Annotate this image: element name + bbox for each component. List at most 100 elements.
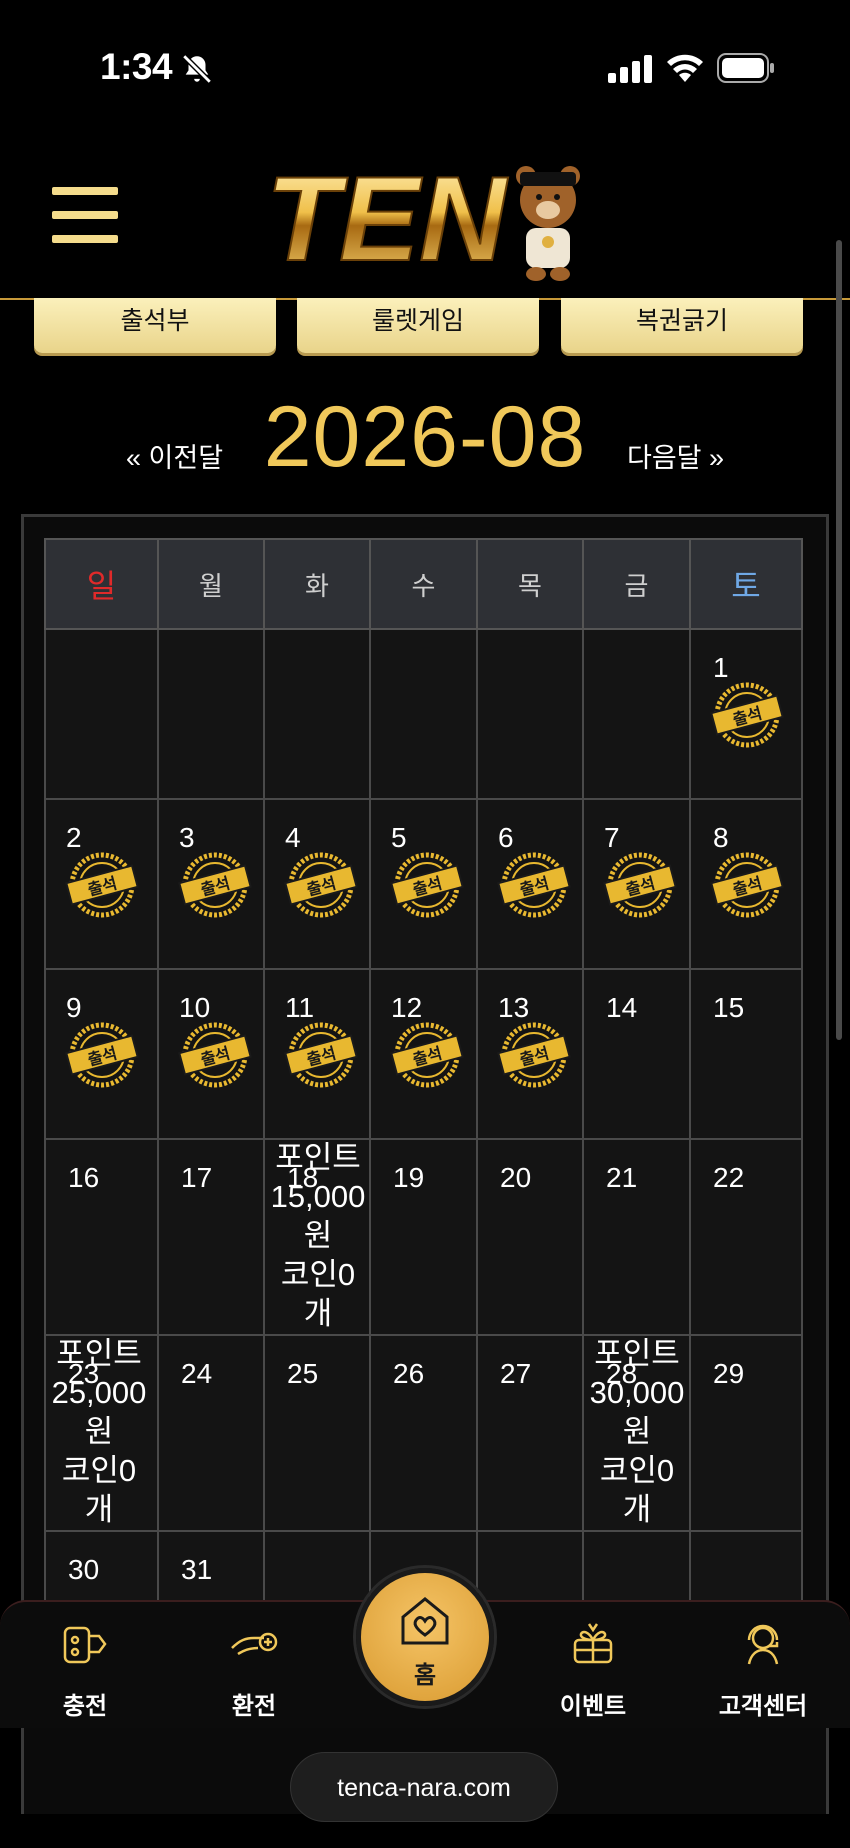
nav-charge-label: 충전 xyxy=(62,1693,108,1720)
calendar-day-cell[interactable]: 25 xyxy=(263,1334,371,1532)
day-number: 22 xyxy=(713,1162,745,1193)
bell-muted-icon xyxy=(182,54,212,84)
point-note-line: 원 xyxy=(303,1218,333,1253)
point-note-line: 원 xyxy=(622,1414,652,1449)
calendar-day-cell[interactable]: 7 출석 xyxy=(582,798,691,970)
day-number: 30 xyxy=(68,1554,100,1585)
calendar-day-cell[interactable]: 13 출석 xyxy=(476,968,584,1140)
calendar-day-cell[interactable]: 2 출석 xyxy=(44,798,159,970)
calendar-day-cell[interactable]: 11 출석 xyxy=(263,968,371,1140)
page-scrollbar[interactable] xyxy=(836,240,842,1040)
calendar-empty-cell xyxy=(476,628,584,800)
month-title: 2026-08 xyxy=(263,389,587,485)
calendar-day-cell[interactable]: 1 출석 xyxy=(689,628,803,800)
point-reward-note: 포인트 25,000 원코인0 개 xyxy=(38,1334,160,1529)
calendar-day-cell[interactable]: 6 출석 xyxy=(476,798,584,970)
wifi-icon xyxy=(667,54,703,82)
nav-support-label: 고객센터 xyxy=(718,1693,808,1720)
point-note-line: 15,000 xyxy=(270,1179,366,1214)
calendar-day-cell[interactable]: 21 xyxy=(582,1138,691,1336)
weekday-header: 목 xyxy=(476,538,584,630)
day-number: 25 xyxy=(287,1358,319,1389)
battery-icon xyxy=(717,53,774,83)
tab-roulette[interactable]: 룰렛게임 xyxy=(297,298,539,353)
tab-attendance[interactable]: 출석부 xyxy=(34,298,276,353)
browser-url-bar[interactable]: tenca-nara.com xyxy=(290,1752,558,1822)
calendar-day-cell[interactable]: 22 xyxy=(689,1138,803,1336)
day-number: 15 xyxy=(713,992,745,1023)
day-number: 27 xyxy=(500,1358,532,1389)
nav-event[interactable]: 이벤트 xyxy=(518,1614,668,1724)
calendar-day-cell[interactable]: 3 출석 xyxy=(157,798,265,970)
point-note-line: 포인트 xyxy=(275,1140,361,1175)
hamburger-menu-icon[interactable] xyxy=(52,187,118,243)
calendar-day-cell[interactable]: 14 xyxy=(582,968,691,1140)
calendar-week-row: 1 출석 xyxy=(44,628,803,800)
calendar-day-cell[interactable]: 8 출석 xyxy=(689,798,803,970)
calendar-day-cell[interactable]: 4 출석 xyxy=(263,798,371,970)
calendar-week-row: 2 출석 3 출석 4 출석 5 출석 6 출석 7 출석 8 출석 xyxy=(44,798,803,970)
point-note-line: 코인0 xyxy=(599,1453,675,1488)
status-time: 1:34 xyxy=(100,46,173,87)
point-note-line: 코인0 xyxy=(61,1453,137,1488)
day-number: 29 xyxy=(713,1358,745,1389)
calendar-day-cell[interactable]: 19 xyxy=(369,1138,478,1336)
attendance-calendar: 일월화수목금토 1 출석 2 출석 3 출석 4 출석 5 출석 6 출석 7 출석 8 출석 9 출석 10 출석 1… xyxy=(44,538,803,1632)
nav-home-label: 홈 xyxy=(413,1662,437,1689)
day-number: 14 xyxy=(606,992,638,1023)
calendar-empty-cell xyxy=(44,628,159,800)
calendar-day-cell[interactable]: 15 xyxy=(689,968,803,1140)
point-note-line: 원 xyxy=(84,1414,114,1449)
nav-home-button[interactable]: 홈 xyxy=(356,1568,494,1706)
calendar-empty-cell xyxy=(157,628,265,800)
calendar-day-cell[interactable]: 5 출석 xyxy=(369,798,478,970)
point-note-line: 포인트 xyxy=(594,1336,680,1371)
tab-lottery[interactable]: 복권긁기 xyxy=(561,298,803,353)
next-month-link[interactable]: 다음달 » xyxy=(627,436,724,475)
calendar-day-cell[interactable]: 18 포인트 15,000 원 코인0 개 xyxy=(263,1138,371,1336)
nav-charge[interactable]: 충전 xyxy=(10,1614,160,1724)
calendar-day-cell[interactable]: 20 xyxy=(476,1138,584,1336)
ten-logo[interactable]: TEN xyxy=(258,150,588,285)
attendance-stamp-icon: 출석 xyxy=(603,852,677,918)
calendar-day-cell[interactable]: 16 xyxy=(44,1138,159,1336)
calendar-day-cell[interactable]: 28 포인트 30,000 원 코인0 개 xyxy=(582,1334,691,1532)
point-note-line: 개 xyxy=(84,1492,114,1527)
calendar-week-row: 23 포인트 25,000 원 코인0 개 24 25 26 27 28 포인트 30,000 원 코인0 개… xyxy=(44,1334,803,1532)
charge-icon xyxy=(63,1626,107,1664)
attendance-stamp-icon: 출석 xyxy=(284,852,358,918)
calendar-week-row: 16 17 18 포인트 15,000 원 코인0 개 19 20 21 22 xyxy=(44,1138,803,1336)
attendance-stamp-icon: 출석 xyxy=(497,852,571,918)
weekday-header: 일 xyxy=(44,538,159,630)
point-note-line: 포인트 xyxy=(56,1336,142,1371)
calendar-day-cell[interactable]: 26 xyxy=(369,1334,478,1532)
attendance-stamp-icon: 출석 xyxy=(65,852,139,918)
nav-exchange[interactable]: 환전 xyxy=(179,1614,329,1724)
day-number: 16 xyxy=(68,1162,100,1193)
calendar-day-cell[interactable]: 23 포인트 25,000 원 코인0 개 xyxy=(44,1334,159,1532)
calendar-day-cell[interactable]: 12 출석 xyxy=(369,968,478,1140)
calendar-day-cell[interactable]: 27 xyxy=(476,1334,584,1532)
calendar-day-cell[interactable]: 24 xyxy=(157,1334,265,1532)
status-bar: 1:34 xyxy=(0,0,850,130)
day-number: 24 xyxy=(181,1358,213,1389)
site-header: TEN xyxy=(0,140,850,300)
calendar-day-cell[interactable]: 17 xyxy=(157,1138,265,1336)
attendance-stamp-icon: 출석 xyxy=(65,1022,139,1088)
point-note-line: 25,000 xyxy=(51,1375,147,1410)
nav-event-label: 이벤트 xyxy=(559,1693,627,1720)
calendar-day-cell[interactable]: 29 xyxy=(689,1334,803,1532)
point-note-line: 개 xyxy=(622,1492,652,1527)
weekday-header: 금 xyxy=(582,538,691,630)
calendar-day-cell[interactable]: 10 출석 xyxy=(157,968,265,1140)
signal-icon xyxy=(608,55,652,83)
nav-support[interactable]: 고객센터 xyxy=(688,1614,838,1724)
attendance-stamp-icon: 출석 xyxy=(390,1022,464,1088)
day-number: 19 xyxy=(393,1162,425,1193)
day-number: 17 xyxy=(181,1162,213,1193)
home-heart-icon xyxy=(401,1597,449,1645)
prev-month-link[interactable]: « 이전달 xyxy=(126,436,223,475)
attendance-stamp-icon: 출석 xyxy=(390,852,464,918)
calendar-day-cell[interactable]: 9 출석 xyxy=(44,968,159,1140)
calendar-week-row: 9 출석 10 출석 11 출석 12 출석 13 출석 14 15 xyxy=(44,968,803,1140)
